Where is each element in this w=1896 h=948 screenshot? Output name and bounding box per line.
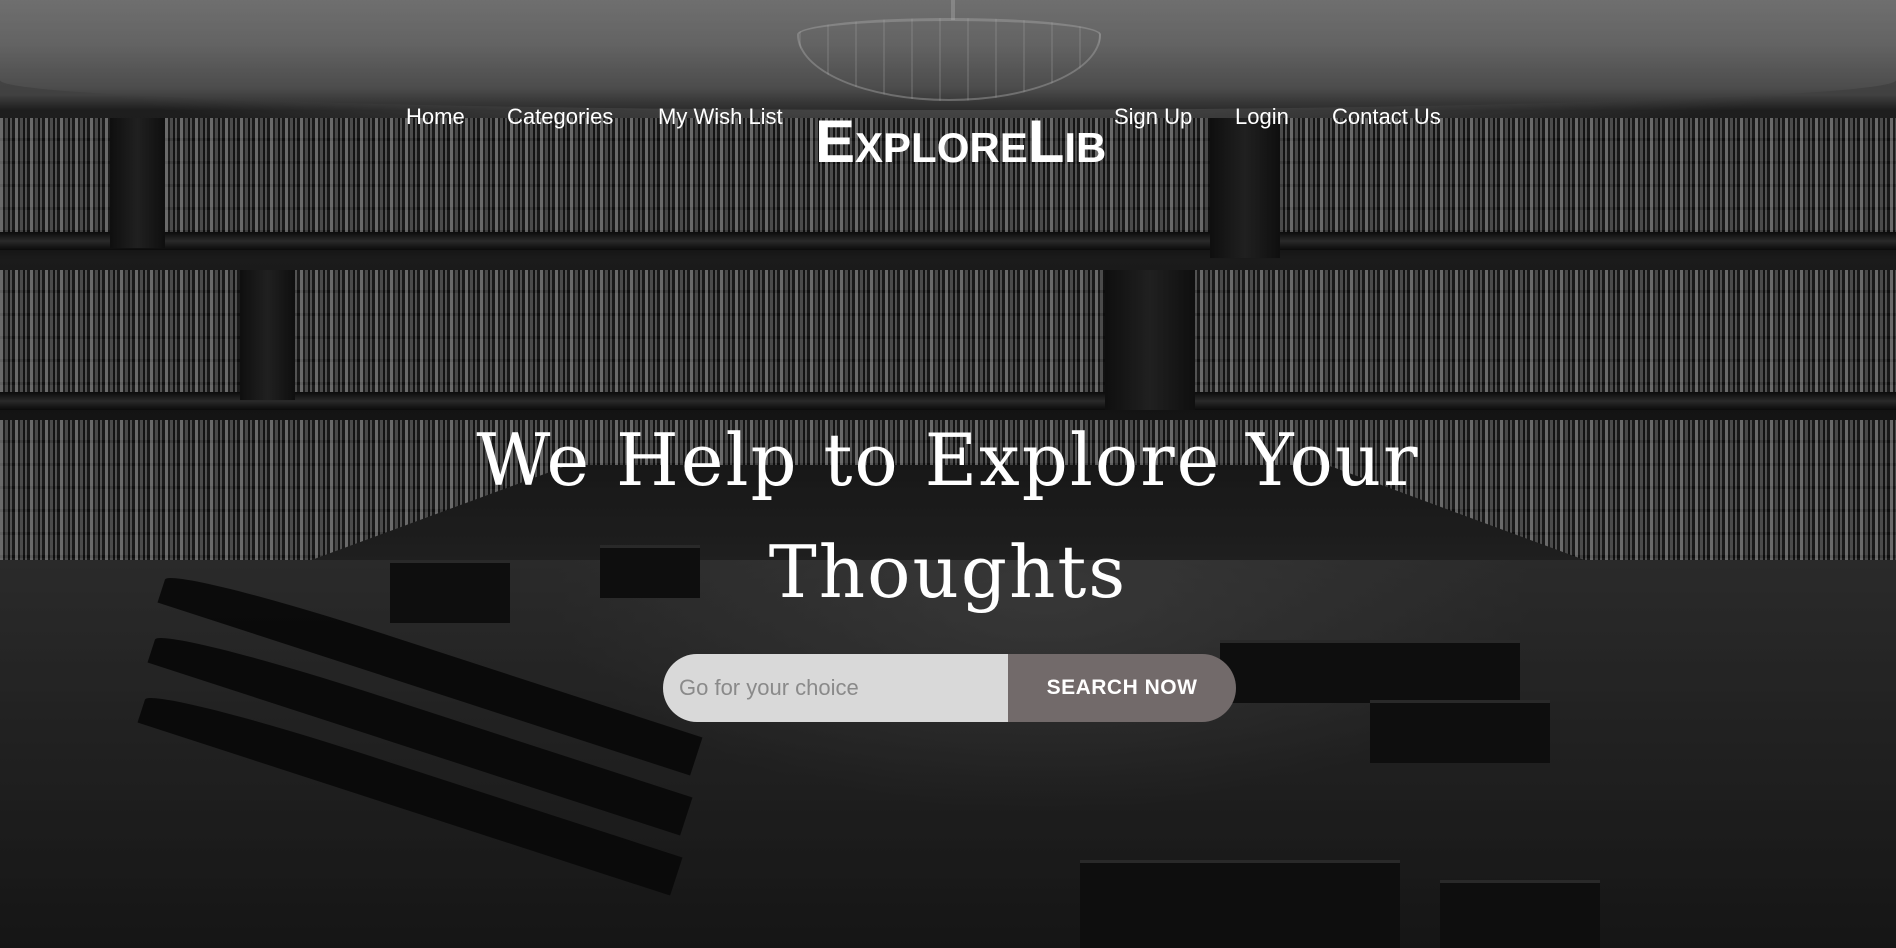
hero-headline: We Help to Explore Your Thoughts	[448, 404, 1448, 628]
search-form: SEARCH NOW	[663, 654, 1236, 722]
search-input[interactable]	[663, 654, 1008, 722]
nav-link-login[interactable]: Login	[1235, 105, 1289, 129]
hero-headline-line2: Thoughts	[768, 530, 1128, 614]
search-now-button[interactable]: SEARCH NOW	[1008, 654, 1236, 722]
nav-link-sign-up[interactable]: Sign Up	[1114, 105, 1192, 129]
hero-section: Home Categories My Wish List ExploreLib …	[0, 0, 1896, 948]
nav-link-categories[interactable]: Categories	[507, 105, 613, 129]
nav-link-contact-us[interactable]: Contact Us	[1332, 105, 1441, 129]
hero-headline-line1: We Help to Explore Your	[476, 418, 1420, 502]
nav-link-my-wish-list[interactable]: My Wish List	[658, 105, 783, 129]
site-logo[interactable]: ExploreLib	[815, 112, 1106, 172]
main-navigation: Home Categories My Wish List ExploreLib …	[0, 100, 1896, 172]
nav-link-home[interactable]: Home	[406, 105, 465, 129]
